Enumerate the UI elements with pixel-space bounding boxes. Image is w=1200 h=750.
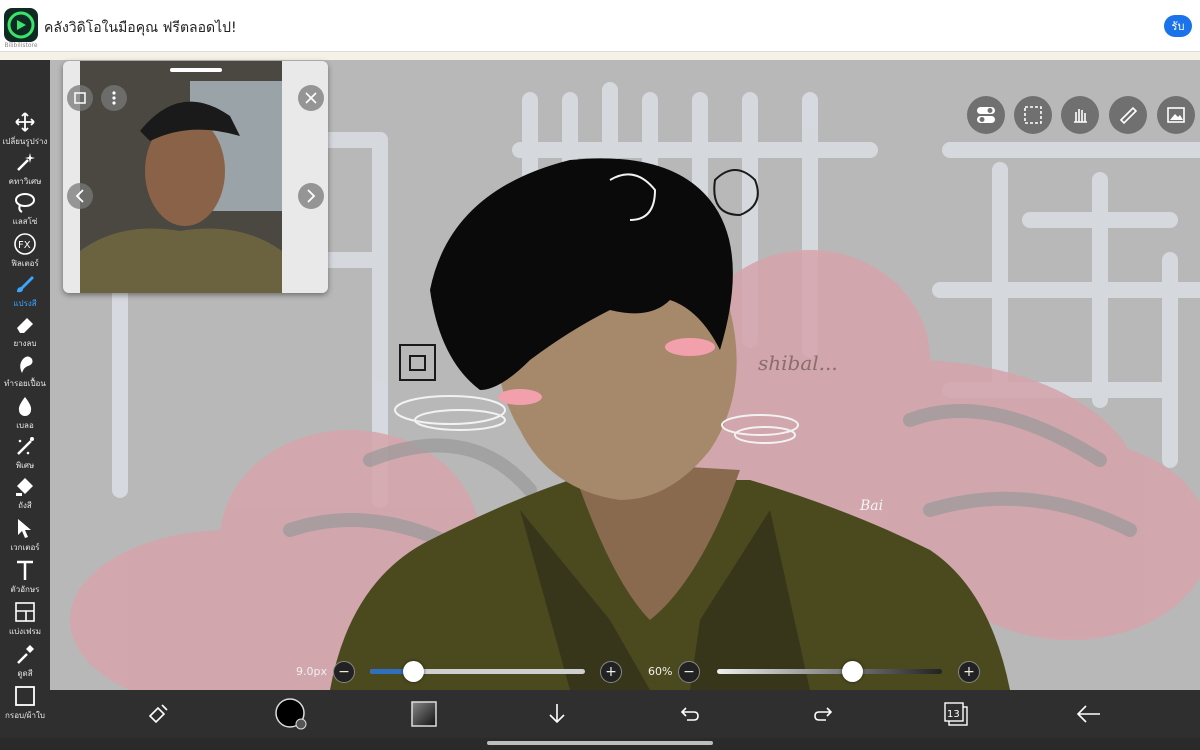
brush-size-knob[interactable]: [403, 661, 424, 682]
handwritten-text: shibal...: [758, 351, 838, 375]
tool-eyedropper[interactable]: ดูดสี: [0, 642, 50, 682]
ad-get-button[interactable]: รับ: [1164, 15, 1192, 37]
fx-filter-icon: FX: [13, 232, 37, 256]
ruler-icon[interactable]: [1109, 96, 1147, 134]
color-swatch-icon[interactable]: [274, 697, 308, 731]
reference-drag-handle[interactable]: [170, 68, 222, 72]
tool-label: เวกเตอร์: [10, 543, 40, 552]
artist-signature: Bai: [859, 498, 883, 514]
tool-eraser[interactable]: ยางลบ: [0, 312, 50, 352]
back-arrow-icon[interactable]: [1072, 697, 1106, 731]
tool-label: คทาวิเศษ: [8, 177, 42, 186]
toggle-icon[interactable]: [967, 96, 1005, 134]
tool-smudge[interactable]: ทำรอยเปื้อน: [0, 352, 50, 392]
ad-app-logo-icon: [4, 8, 38, 42]
tool-label: ทำรอยเปื้อน: [4, 379, 46, 388]
brush-size-label: 9.0px: [296, 665, 327, 678]
tool-text[interactable]: ตัวอักษร: [0, 558, 50, 598]
hand-scroll-icon[interactable]: [1061, 96, 1099, 134]
brush-opacity-decrease-button[interactable]: −: [678, 661, 700, 683]
frame-divider-icon: [13, 600, 37, 624]
tool-label: ฟิลเตอร์: [11, 259, 39, 268]
tool-label: เบลอ: [16, 421, 34, 430]
blur-drop-icon: [13, 394, 37, 418]
tool-lasso[interactable]: แลสโซ่: [0, 190, 50, 230]
ad-text: คลังวิดิโอในมือคุณ ฟรีตลอดไป!: [44, 20, 237, 36]
brush-opacity-knob[interactable]: [842, 661, 863, 682]
tool-label: กรอบ/ผ้าใบ: [5, 711, 45, 720]
tool-bucket[interactable]: ถังสี: [0, 474, 50, 514]
tool-label: พิเศษ: [15, 461, 35, 470]
tool-transform[interactable]: เปลี่ยนรูปร่าง: [0, 110, 50, 150]
svg-text:FX: FX: [18, 240, 31, 251]
tool-frame-divider[interactable]: แบ่งเฟรม: [0, 600, 50, 640]
layer-count: 13: [947, 709, 960, 720]
reference-close-icon[interactable]: [298, 85, 324, 111]
brush-size-increase-button[interactable]: +: [600, 661, 622, 683]
gradient-swatch-icon[interactable]: [407, 697, 441, 731]
download-arrow-icon[interactable]: [540, 697, 574, 731]
selection-icon[interactable]: [1014, 96, 1052, 134]
brush-opacity-increase-button[interactable]: +: [958, 661, 980, 683]
reference-menu-icon[interactable]: [101, 85, 127, 111]
tool-label: ถังสี: [18, 501, 32, 510]
tool-label: แปรงสี: [13, 299, 37, 308]
home-indicator[interactable]: [487, 741, 713, 745]
tool-label: ยางลบ: [13, 339, 37, 348]
tool-canvas[interactable]: กรอบ/ผ้าใบ: [0, 684, 50, 724]
transform-eraser-icon[interactable]: [141, 697, 175, 731]
canvas-frame-icon: [13, 684, 37, 708]
tool-sidebar: เปลี่ยนรูปร่าง คทาวิเศษ แลสโซ่ FX ฟิลเตอ…: [0, 60, 50, 750]
ad-banner[interactable]: Bilibilistore คลังวิดิโอในมือคุณ ฟรีตลอด…: [0, 0, 1200, 52]
tool-vector[interactable]: เวกเตอร์: [0, 516, 50, 556]
tool-label: ดูดสี: [17, 669, 33, 678]
tool-label: แลสโซ่: [12, 217, 38, 226]
lasso-icon: [13, 190, 37, 214]
brush-size-decrease-button[interactable]: −: [333, 661, 355, 683]
reference-prev-icon[interactable]: [67, 183, 93, 209]
tool-label: ตัวอักษร: [10, 585, 40, 594]
text-tool-icon: [13, 558, 37, 582]
vector-cursor-icon: [13, 516, 37, 540]
paint-bucket-icon: [13, 474, 37, 498]
smudge-icon: [13, 352, 37, 376]
image-reference-icon[interactable]: [1157, 96, 1195, 134]
layers-icon[interactable]: 13: [939, 697, 973, 731]
reference-expand-icon[interactable]: [67, 85, 93, 111]
redo-icon[interactable]: [806, 697, 840, 731]
undo-icon[interactable]: [673, 697, 707, 731]
brush-icon: [13, 272, 37, 296]
tool-brush[interactable]: แปรงสี: [0, 272, 50, 312]
brush-opacity-label: 60%: [648, 665, 673, 678]
special-sparkle-icon: [13, 434, 37, 458]
tool-blur[interactable]: เบลอ: [0, 394, 50, 434]
move-arrows-icon: [13, 110, 37, 134]
tool-label: แบ่งเฟรม: [8, 627, 42, 636]
ad-logo-caption: Bilibilistore: [4, 42, 38, 49]
tool-magic-wand[interactable]: คทาวิเศษ: [0, 150, 50, 190]
tool-filter[interactable]: FX ฟิลเตอร์: [0, 232, 50, 272]
tool-special[interactable]: พิเศษ: [0, 434, 50, 474]
brush-opacity-slider[interactable]: [717, 669, 942, 674]
eraser-icon: [13, 312, 37, 336]
tool-label: เปลี่ยนรูปร่าง: [2, 137, 48, 146]
eyedropper-icon: [13, 642, 37, 666]
magic-wand-icon: [13, 150, 37, 174]
ad-separator: [0, 52, 1200, 60]
reference-next-icon[interactable]: [298, 183, 324, 209]
reference-image-window[interactable]: [63, 61, 328, 293]
bottom-toolbar: [50, 690, 1200, 738]
